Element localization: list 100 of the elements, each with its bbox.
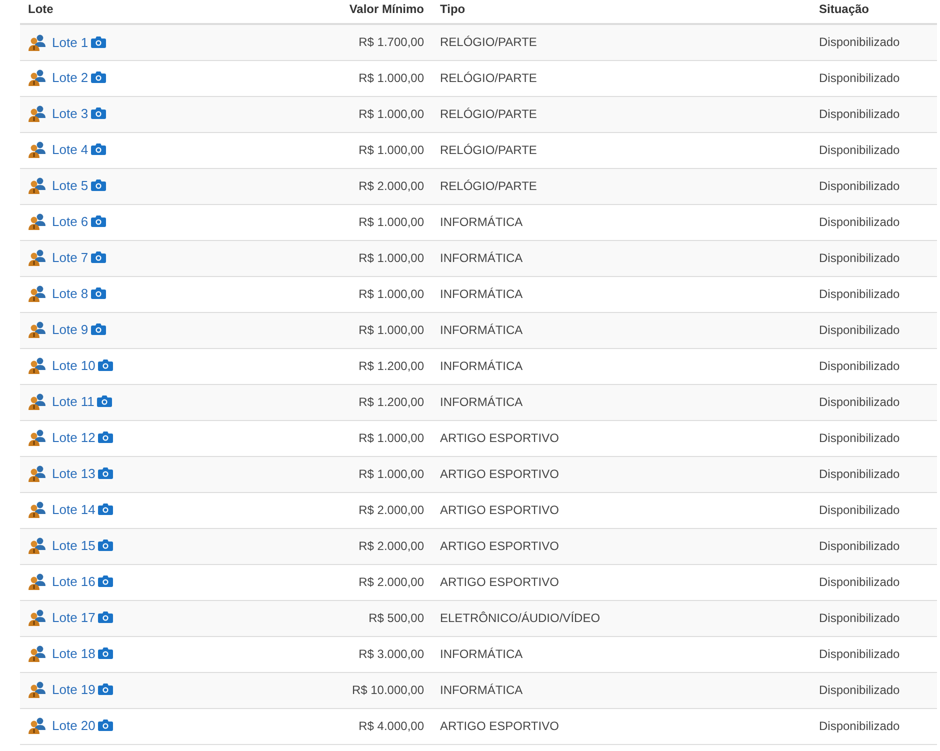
users-icon [28, 680, 46, 698]
camera-icon[interactable] [98, 575, 114, 588]
lot-link[interactable]: Lote 1 [52, 34, 88, 50]
lot-link[interactable]: Lote 18 [52, 646, 96, 662]
lot-link[interactable]: Lote 14 [52, 502, 96, 518]
users-icon [28, 644, 46, 662]
min-value-cell: R$ 1.000,00 [358, 467, 424, 481]
users-icon [28, 68, 46, 86]
lot-link[interactable]: Lote 2 [52, 70, 88, 86]
type-cell: ARTIGO ESPORTIVO [440, 467, 559, 481]
type-cell: ARTIGO ESPORTIVO [440, 539, 559, 553]
min-value-cell: R$ 1.000,00 [358, 215, 424, 229]
status-cell: Disponibilizado [819, 215, 900, 229]
min-value-cell: R$ 1.000,00 [358, 287, 424, 301]
type-cell: INFORMÁTICA [440, 647, 523, 661]
status-cell: Disponibilizado [819, 647, 900, 661]
lot-link[interactable]: Lote 11 [52, 394, 94, 410]
camera-icon[interactable] [97, 395, 112, 408]
min-value-cell: R$ 1.700,00 [358, 35, 424, 50]
lot-link[interactable]: Lote 15 [52, 538, 96, 554]
camera-icon[interactable] [98, 359, 114, 372]
users-icon [28, 428, 46, 446]
type-cell: INFORMÁTICA [440, 323, 523, 337]
status-cell: Disponibilizado [819, 395, 900, 409]
min-value-cell: R$ 4.000,00 [358, 719, 424, 733]
lot-link[interactable]: Lote 4 [52, 142, 88, 158]
lot-link[interactable]: Lote 9 [52, 322, 88, 338]
min-value-cell: R$ 1.000,00 [358, 431, 424, 445]
type-cell: RELÓGIO/PARTE [440, 107, 537, 121]
users-icon [28, 248, 46, 266]
status-cell: Disponibilizado [819, 35, 900, 50]
camera-icon[interactable] [98, 611, 114, 624]
status-cell: Disponibilizado [819, 323, 900, 337]
users-icon [28, 536, 46, 554]
type-cell: RELÓGIO/PARTE [440, 179, 537, 193]
camera-icon[interactable] [91, 215, 106, 228]
lot-link[interactable]: Lote 10 [52, 358, 96, 374]
type-cell: INFORMÁTICA [440, 251, 523, 265]
lot-link[interactable]: Lote 6 [52, 214, 88, 230]
camera-icon[interactable] [98, 431, 114, 444]
camera-icon[interactable] [91, 251, 106, 264]
min-value-cell: R$ 1.200,00 [358, 359, 424, 373]
status-cell: Disponibilizado [819, 107, 900, 121]
status-cell: Disponibilizado [819, 503, 900, 517]
min-value-cell: R$ 1.000,00 [358, 251, 424, 265]
camera-icon[interactable] [91, 143, 106, 156]
lot-link[interactable]: Lote 7 [52, 250, 88, 266]
type-cell: RELÓGIO/PARTE [440, 71, 537, 85]
lot-link[interactable]: Lote 16 [52, 574, 96, 590]
users-icon [28, 320, 46, 338]
type-cell: ARTIGO ESPORTIVO [440, 503, 559, 517]
lot-link[interactable]: Lote 17 [52, 610, 96, 626]
type-cell: INFORMÁTICA [440, 215, 523, 229]
column-header: Valor Mínimo [349, 2, 424, 16]
type-cell: INFORMÁTICA [440, 395, 523, 409]
lot-link[interactable]: Lote 19 [52, 682, 96, 698]
status-cell: Disponibilizado [819, 251, 900, 265]
camera-icon[interactable] [91, 71, 106, 84]
type-cell: ARTIGO ESPORTIVO [440, 431, 559, 445]
users-icon [28, 212, 46, 230]
min-value-cell: R$ 2.000,00 [358, 179, 424, 193]
camera-icon[interactable] [98, 719, 114, 732]
users-icon [28, 356, 46, 374]
lot-link[interactable]: Lote 3 [52, 106, 88, 122]
camera-icon[interactable] [91, 287, 106, 300]
type-cell: INFORMÁTICA [440, 359, 523, 373]
lot-link[interactable]: Lote 20 [52, 718, 96, 734]
camera-icon[interactable] [91, 179, 106, 192]
type-cell: RELÓGIO/PARTE [440, 143, 537, 157]
column-header: Tipo [440, 2, 466, 16]
lot-link[interactable]: Lote 8 [52, 286, 88, 302]
min-value-cell: R$ 2.000,00 [358, 575, 424, 589]
status-cell: Disponibilizado [819, 431, 900, 445]
lot-link[interactable]: Lote 5 [52, 178, 88, 194]
users-icon [28, 572, 46, 590]
type-cell: ARTIGO ESPORTIVO [440, 719, 559, 733]
camera-icon[interactable] [98, 467, 114, 480]
camera-icon[interactable] [98, 539, 114, 552]
camera-icon[interactable] [91, 323, 106, 336]
users-icon [28, 284, 46, 302]
camera-icon[interactable] [91, 107, 106, 120]
status-cell: Disponibilizado [819, 359, 900, 373]
type-cell: ARTIGO ESPORTIVO [440, 575, 559, 589]
lot-link[interactable]: Lote 13 [52, 466, 96, 482]
camera-icon[interactable] [98, 647, 114, 660]
status-cell: Disponibilizado [819, 683, 900, 697]
min-value-cell: R$ 2.000,00 [358, 503, 424, 517]
lot-link[interactable]: Lote 12 [52, 430, 96, 446]
status-cell: Disponibilizado [819, 287, 900, 301]
status-cell: Disponibilizado [819, 143, 900, 157]
camera-icon[interactable] [91, 36, 106, 48]
users-icon [28, 464, 46, 482]
camera-icon[interactable] [98, 503, 114, 516]
column-header: Lote [28, 2, 54, 16]
min-value-cell: R$ 1.000,00 [358, 323, 424, 337]
camera-icon[interactable] [98, 683, 114, 696]
min-value-cell: R$ 2.000,00 [358, 539, 424, 553]
status-cell: Disponibilizado [819, 611, 900, 625]
users-icon [28, 500, 46, 518]
users-icon [28, 176, 46, 194]
